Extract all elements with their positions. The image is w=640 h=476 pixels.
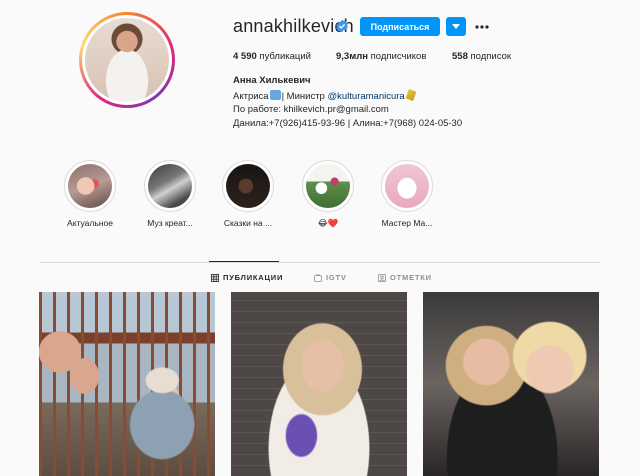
highlight-label: Муз креат...	[147, 218, 193, 228]
avatar-frame	[82, 15, 172, 105]
bio-line1-middle: | Министр	[281, 91, 328, 102]
posts-label: публикаций	[256, 51, 311, 62]
tab-igtv-label: IGTV	[326, 273, 347, 282]
tab-posts-label: ПУБЛИКАЦИИ	[223, 273, 284, 282]
post-image	[423, 292, 599, 476]
following-stat[interactable]: 558 подписок	[452, 51, 511, 62]
following-count: 558	[452, 51, 468, 62]
highlight-ring	[64, 160, 116, 212]
highlight-cover	[148, 164, 192, 208]
highlight-item[interactable]: Актуальное	[59, 160, 121, 228]
highlight-item[interactable]: Мастер Ма...	[376, 160, 438, 228]
suggested-dropdown-button[interactable]	[446, 17, 466, 36]
avatar-photo	[85, 18, 169, 102]
posts-stat: 4 590 публикаций	[233, 51, 311, 62]
follow-button[interactable]: Подписаться	[360, 17, 440, 36]
active-tab-indicator	[209, 261, 279, 262]
bio-mention-link[interactable]: @kulturamanicura	[327, 91, 404, 102]
tabs-divider	[40, 262, 600, 263]
highlight-ring	[302, 160, 354, 212]
highlight-label: Сказки на ...	[223, 218, 273, 228]
highlight-item[interactable]: Муз креат...	[139, 160, 201, 228]
followers-count: 9,3млн	[336, 51, 369, 62]
posts-count: 4 590	[233, 51, 257, 62]
verified-badge-icon	[336, 19, 348, 33]
bio-line-3: Данила:+7(926)415-93-96 | Алина:+7(968) …	[233, 118, 463, 129]
post-feet-detail	[39, 320, 109, 400]
more-dots-icon	[475, 24, 489, 29]
tab-tagged[interactable]: ОТМЕТКИ	[378, 273, 432, 282]
profile-full-name: Анна Хилькевич	[233, 75, 311, 86]
highlight-label: Актуальное	[67, 218, 113, 228]
post-image	[231, 292, 407, 476]
tag-icon	[378, 273, 386, 282]
bio-line-1: Актриса | Министр @kulturamanicura	[233, 88, 417, 102]
nail-polish-emoji	[405, 88, 417, 102]
tab-igtv[interactable]: IGTV	[314, 273, 347, 282]
followers-stat[interactable]: 9,3млн подписчиков	[336, 51, 426, 62]
more-options-button[interactable]	[475, 17, 489, 36]
highlight-label: 😂❤️	[317, 218, 339, 228]
theater-masks-emoji	[269, 90, 281, 100]
profile-avatar[interactable]	[79, 12, 175, 108]
highlight-cover	[385, 164, 429, 208]
grid-icon	[211, 273, 219, 282]
highlight-item[interactable]: 😂❤️	[297, 160, 359, 229]
followers-label: подписчиков	[368, 51, 427, 62]
tab-posts[interactable]: ПУБЛИКАЦИИ	[211, 273, 283, 282]
post-thumbnail[interactable]	[423, 292, 599, 476]
post-thumbnail[interactable]	[231, 292, 407, 476]
highlight-ring	[144, 160, 196, 212]
following-label: подписок	[467, 51, 512, 62]
chevron-down-icon	[452, 23, 460, 29]
highlight-cover	[68, 164, 112, 208]
post-thumbnail[interactable]	[39, 292, 215, 476]
highlight-label: Мастер Ма...	[381, 218, 433, 228]
tab-tagged-label: ОТМЕТКИ	[390, 273, 432, 282]
highlight-cover	[226, 164, 270, 208]
highlight-cover	[306, 164, 350, 208]
igtv-icon	[314, 273, 322, 282]
highlight-ring	[222, 160, 274, 212]
highlight-item[interactable]: Сказки на ...	[217, 160, 279, 228]
bio-line1-prefix: Актриса	[233, 91, 269, 102]
highlight-ring	[381, 160, 433, 212]
bio-line-2: По работе: khilkevich.pr@gmail.com	[233, 104, 389, 115]
